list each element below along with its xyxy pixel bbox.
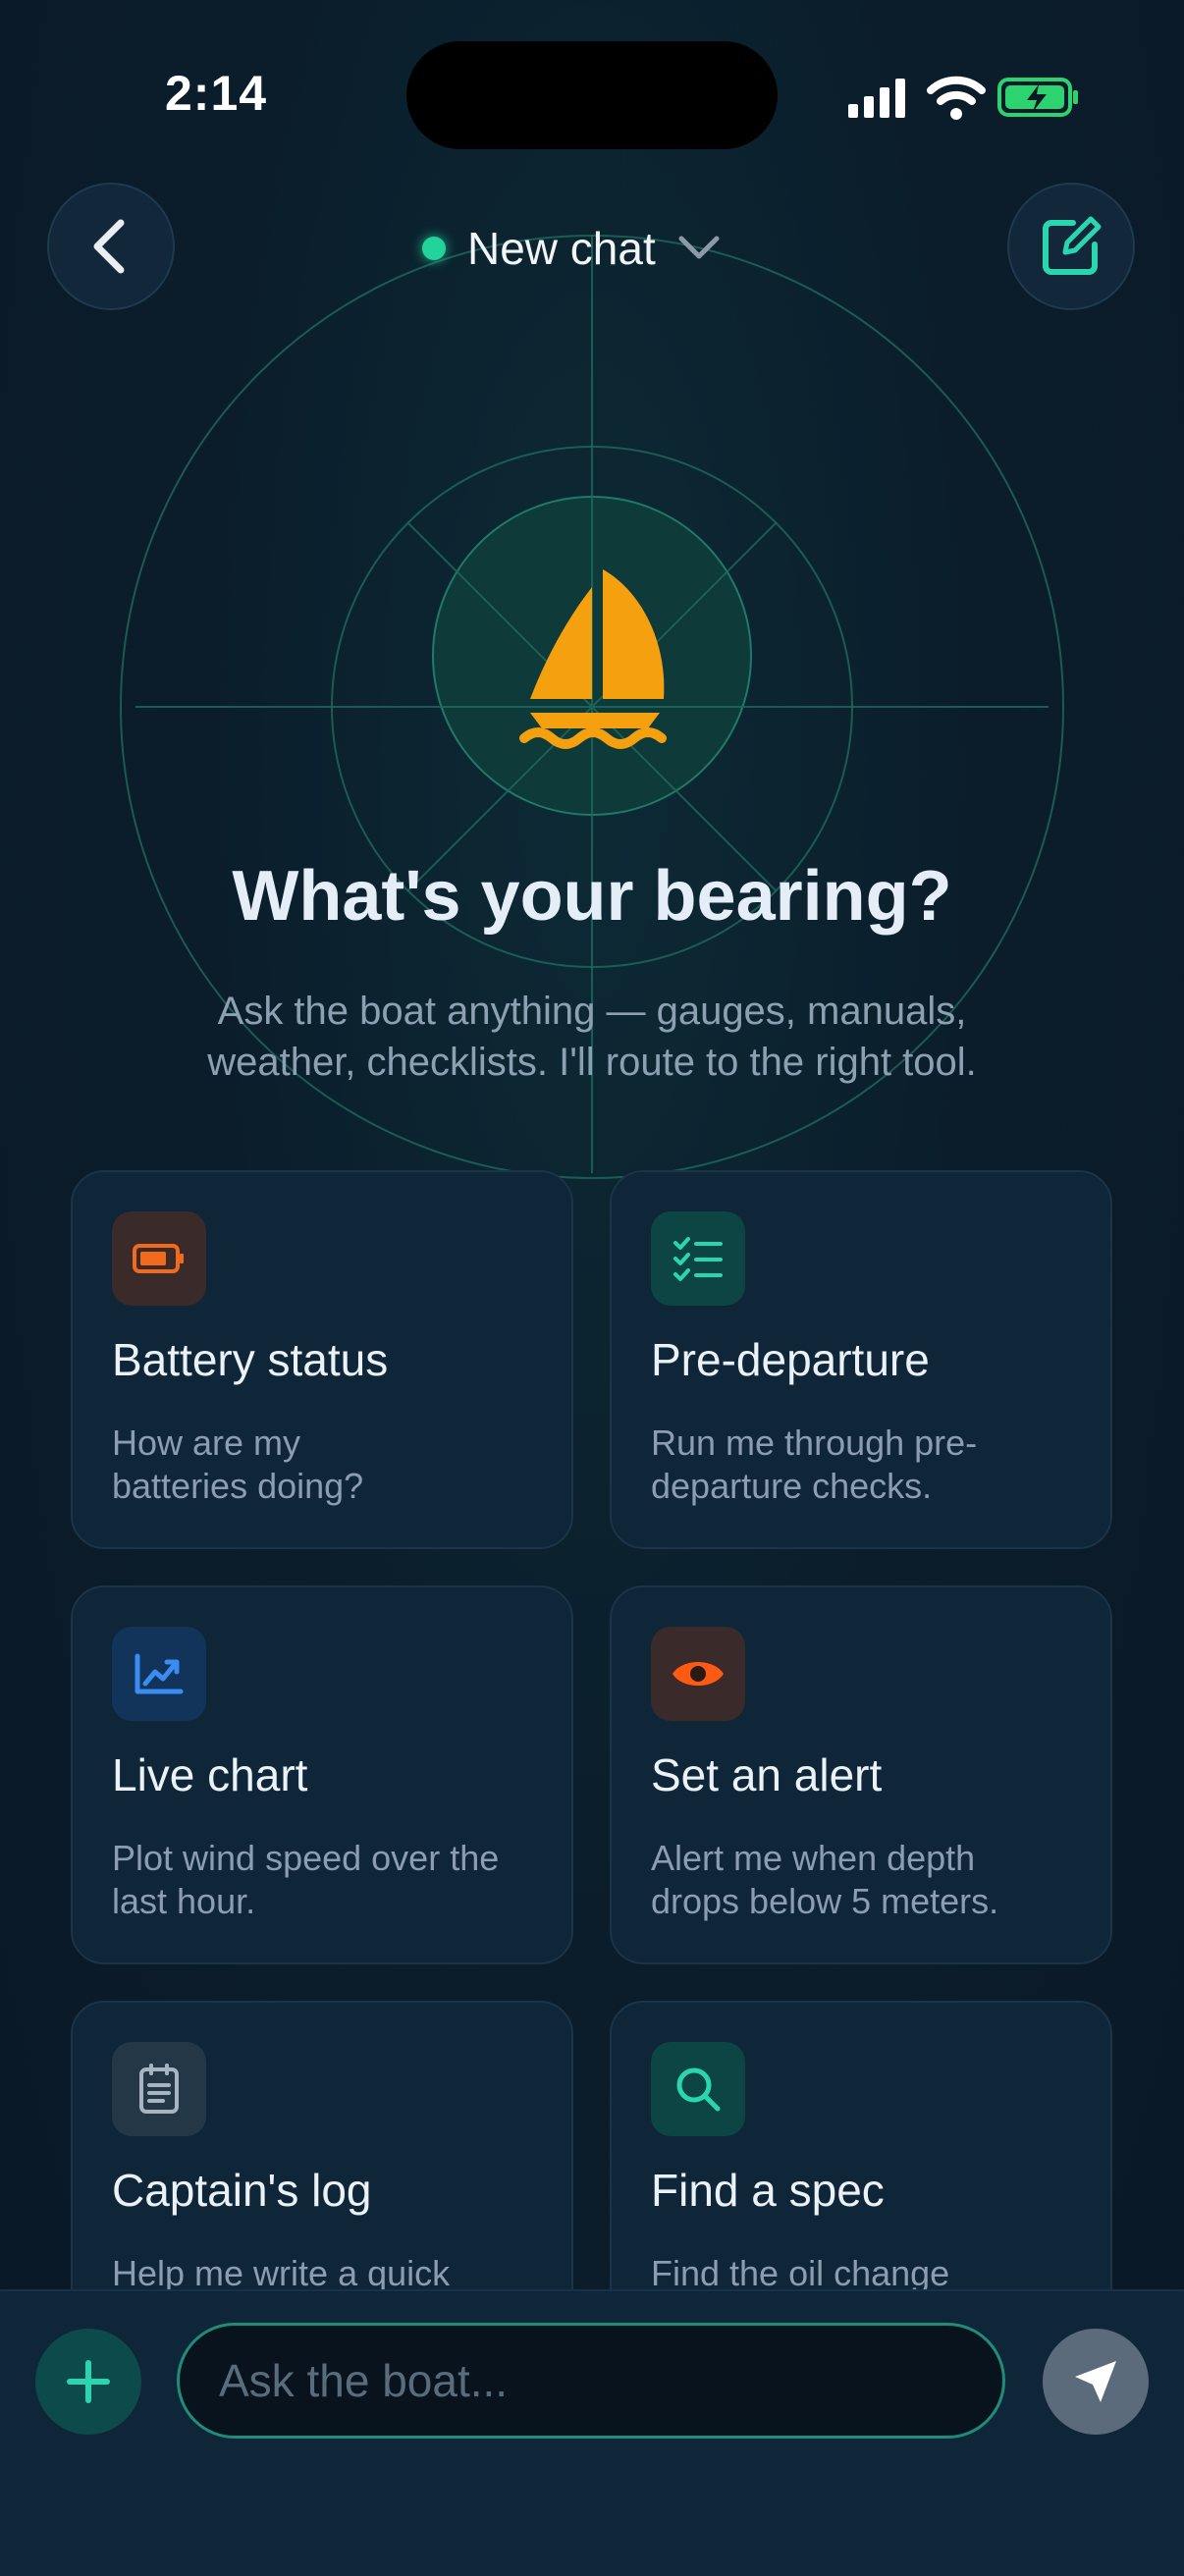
attach-button[interactable]: [35, 2329, 141, 2435]
card-description: Alert me when depth drops below 5 meters…: [651, 1838, 999, 1921]
hero-subtitle-line: weather, checklists. I'll route to the r…: [207, 1041, 977, 1084]
card-description: Plot wind speed over the last hour.: [112, 1838, 500, 1921]
online-status-dot: [422, 237, 446, 260]
hero-subtitle: Ask the boat anything — gauges, manuals,…: [118, 986, 1066, 1088]
card-icon-box: [112, 1211, 206, 1306]
card-title: Find a spec: [651, 2165, 885, 2216]
card-title: Battery status: [112, 1334, 389, 1385]
suggestion-card-battery[interactable]: Battery status How are my batteries doin…: [71, 1170, 573, 1549]
card-title: Pre-departure: [651, 1334, 930, 1385]
card-icon-box: [112, 2042, 206, 2136]
send-button[interactable]: [1043, 2329, 1149, 2435]
plus-icon: [67, 2360, 110, 2403]
card-description: Run me through pre-departure checks.: [651, 1422, 978, 1506]
card-icon-box: [651, 2042, 745, 2136]
search-icon: [676, 2067, 721, 2112]
card-title: Set an alert: [651, 1749, 883, 1800]
card-title: Live chart: [112, 1749, 308, 1800]
suggestion-card-set-alert[interactable]: Set an alert Alert me when depth drops b…: [610, 1585, 1112, 1964]
back-button[interactable]: [47, 183, 175, 310]
chevron-down-icon: [678, 236, 720, 259]
suggestion-card-live-chart[interactable]: Live chart Plot wind speed over the last…: [71, 1585, 573, 1964]
card-icon-box: [651, 1627, 745, 1721]
card-description: How are my batteries doing?: [112, 1422, 364, 1506]
card-title: Captain's log: [112, 2165, 372, 2216]
card-icon-box: [651, 1211, 745, 1306]
chevron-left-icon: [93, 219, 125, 274]
battery-icon: [133, 1244, 184, 1273]
chat-title-dropdown[interactable]: New chat: [422, 214, 721, 283]
message-input[interactable]: [177, 2323, 1005, 2439]
compose-icon: [1043, 216, 1102, 275]
trend-chart-icon: [135, 1653, 184, 1694]
chat-title: New chat: [467, 223, 656, 274]
notepad-icon: [139, 2064, 179, 2114]
new-chat-button[interactable]: [1007, 183, 1135, 310]
suggestion-card-pre-departure[interactable]: Pre-departure Run me through pre-departu…: [610, 1170, 1112, 1549]
card-icon-box: [112, 1627, 206, 1721]
hero-title: What's your bearing?: [232, 857, 952, 936]
eye-icon: [673, 1662, 724, 1686]
checklist-icon: [673, 1237, 723, 1281]
hero-subtitle-line: Ask the boat anything — gauges, manuals,: [217, 990, 967, 1033]
send-icon: [1075, 2361, 1116, 2402]
